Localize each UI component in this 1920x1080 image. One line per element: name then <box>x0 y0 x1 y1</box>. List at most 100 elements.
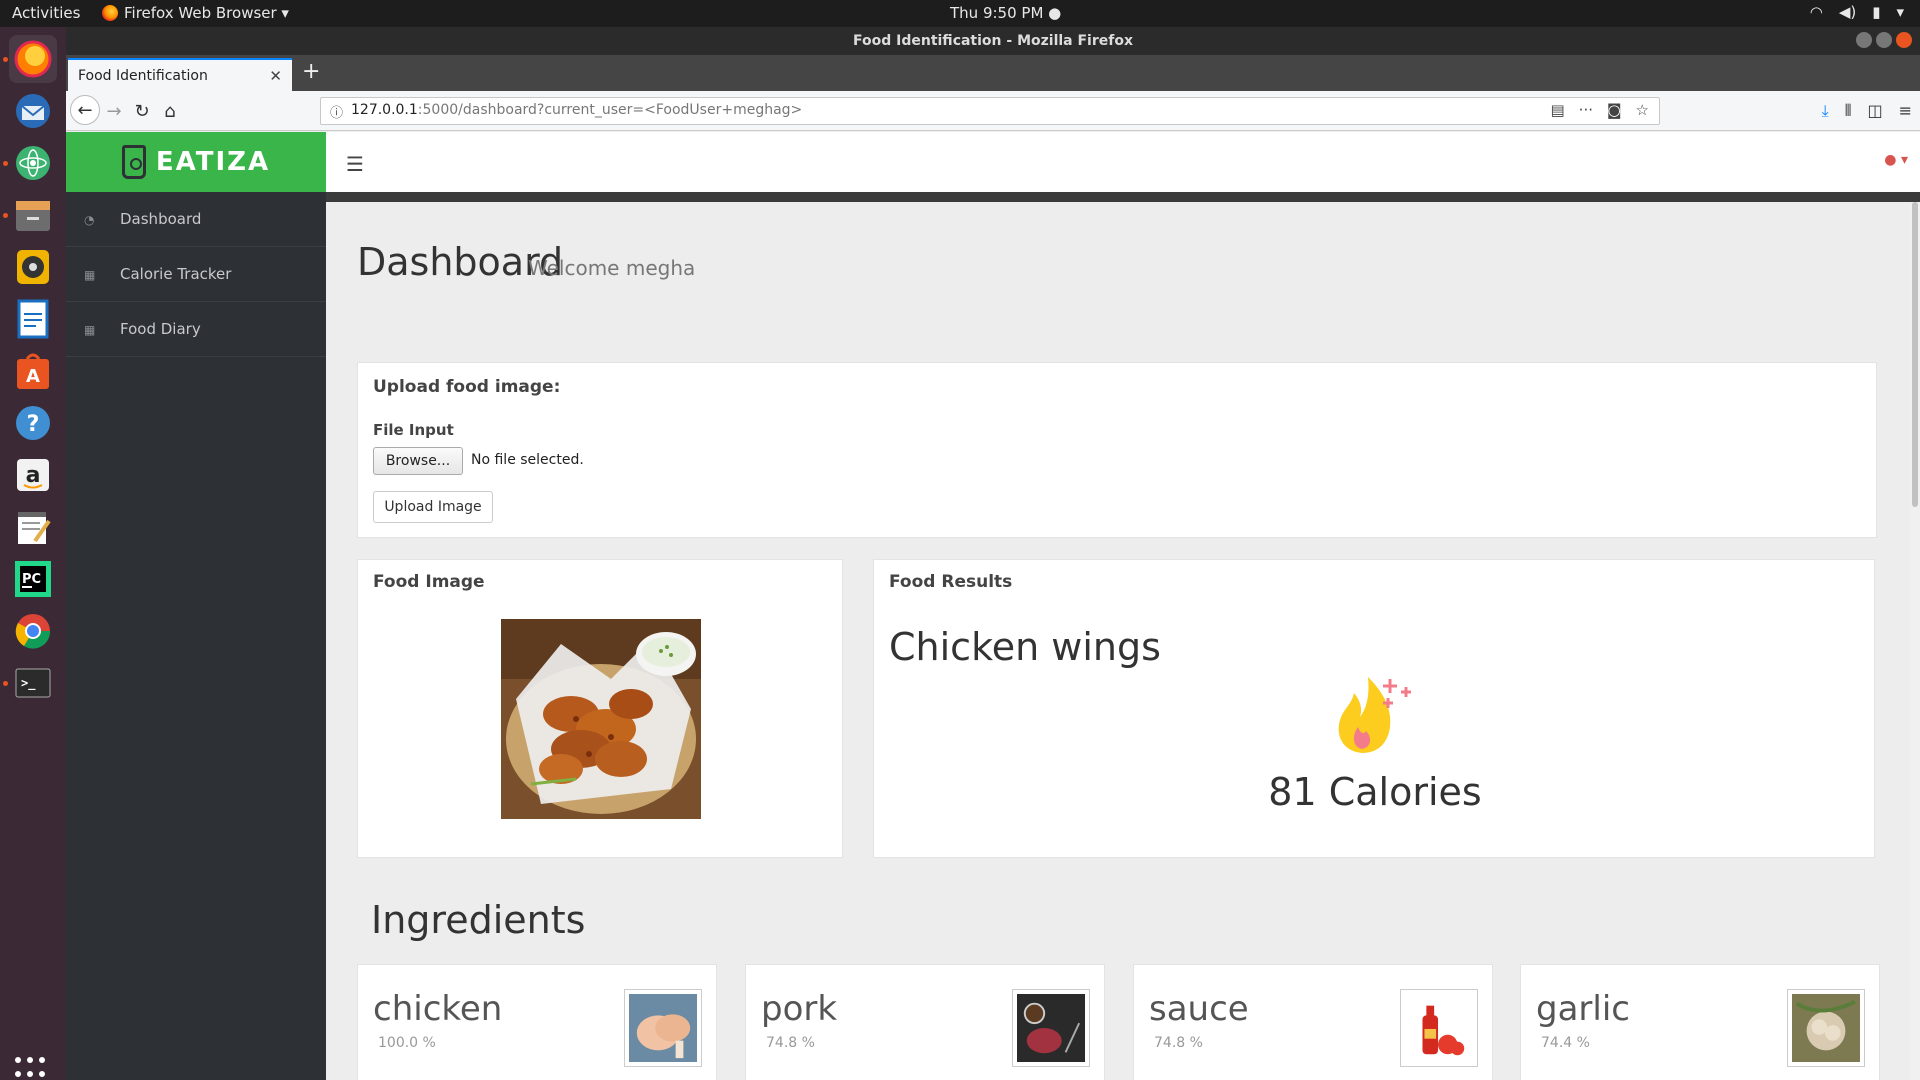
sidebar-item-food-diary[interactable]: ▦ Food Diary <box>66 302 326 357</box>
software-center-icon: A <box>17 353 49 389</box>
bookmark-star-icon[interactable]: ☆ <box>1636 101 1649 119</box>
running-indicator <box>3 681 8 686</box>
show-applications-icon[interactable] <box>15 1057 51 1080</box>
sidebar-item-calorie-tracker[interactable]: ▦ Calorie Tracker <box>66 247 326 302</box>
home-icon[interactable]: ⌂ <box>156 98 184 124</box>
menu-icon[interactable]: ≡ <box>1899 101 1912 121</box>
activities-button[interactable]: Activities <box>12 4 80 22</box>
svg-text:>_: >_ <box>21 676 36 691</box>
file-manager-icon <box>16 201 50 231</box>
brand-name: EATIZA <box>155 147 271 177</box>
ingredient-card: sauce 74.8 % <box>1133 964 1493 1080</box>
site-info-icon[interactable]: ⓘ <box>330 102 343 121</box>
ingredient-card: chicken 100.0 % <box>357 964 717 1080</box>
sidebar-item-dashboard[interactable]: ◔ Dashboard <box>66 192 326 247</box>
thunderbird-icon <box>16 94 50 128</box>
firefox-icon <box>14 40 52 78</box>
url-host: 127.0.0.1 <box>351 102 418 118</box>
battery-icon[interactable]: ▮ <box>1872 3 1880 21</box>
reload-icon[interactable]: ↻ <box>128 98 156 124</box>
brand-logo[interactable]: EATIZA <box>66 132 326 192</box>
running-indicator <box>3 161 8 166</box>
tab-title: Food Identification <box>78 68 208 84</box>
app-menu[interactable]: Firefox Web Browser ▾ <box>102 4 289 22</box>
close-window-button[interactable] <box>1896 32 1912 48</box>
sidebar-item-label: Calorie Tracker <box>120 265 232 283</box>
ingredient-name: chicken <box>373 989 503 1029</box>
chevron-down-icon: ▾ <box>1900 152 1908 168</box>
firefox-window: Food Identification - Mozilla Firefox Fo… <box>66 27 1920 1080</box>
sauce-thumbnail <box>1400 989 1478 1067</box>
hamburger-menu-icon[interactable]: ☰ <box>346 152 364 176</box>
dock-text-editor[interactable] <box>9 503 57 551</box>
running-indicator <box>3 213 8 218</box>
web-content: EATIZA ◔ Dashboard ▦ Calorie Tracker ▦ F… <box>66 132 1920 1080</box>
dock-files[interactable] <box>9 191 57 239</box>
close-tab-icon[interactable]: ✕ <box>269 67 282 85</box>
page-scrollbar[interactable] <box>1910 202 1920 1080</box>
pork-thumbnail <box>1012 989 1090 1067</box>
back-button[interactable]: ← <box>70 95 100 125</box>
top-header <box>326 132 1920 192</box>
clock[interactable]: Thu 9:50 PM ● <box>950 4 1061 22</box>
app-menu-label: Firefox Web Browser ▾ <box>124 4 289 22</box>
calendar-icon: ▦ <box>84 323 96 337</box>
power-menu-icon[interactable]: ▾ <box>1896 3 1904 21</box>
upload-panel: Upload food image: File Input Browse... … <box>357 362 1877 538</box>
library-icon[interactable]: ⫴ <box>1845 101 1852 121</box>
upload-image-button[interactable]: Upload Image <box>373 491 493 523</box>
forward-button[interactable]: → <box>100 98 128 124</box>
ingredient-card: garlic 74.4 % <box>1520 964 1880 1080</box>
food-results-heading: Food Results <box>889 572 1013 592</box>
food-name: Chicken wings <box>889 625 1161 669</box>
upload-heading: Upload food image: <box>373 377 561 397</box>
food-photo <box>501 619 701 819</box>
scrollbar-thumb[interactable] <box>1912 202 1918 507</box>
dock-writer[interactable] <box>9 295 57 343</box>
wifi-icon[interactable]: ◠ <box>1810 3 1823 21</box>
url-bar[interactable]: ⓘ 127.0.0.1:5000/dashboard?current_user=… <box>320 97 1660 125</box>
terminal-icon: >_ <box>15 668 51 698</box>
chicken-thumbnail <box>624 989 702 1067</box>
firefox-icon <box>102 5 118 21</box>
ingredient-name: garlic <box>1536 989 1630 1029</box>
window-titlebar[interactable]: Food Identification - Mozilla Firefox <box>66 27 1920 55</box>
cup-logo-icon <box>121 145 146 179</box>
minimize-button[interactable] <box>1856 32 1872 48</box>
browse-button[interactable]: Browse... <box>373 447 463 475</box>
file-status: No file selected. <box>471 452 584 468</box>
dock-amazon[interactable]: a <box>9 451 57 499</box>
dock-firefox[interactable] <box>9 35 57 83</box>
new-tab-icon[interactable]: + <box>302 59 320 84</box>
chrome-icon <box>15 614 51 649</box>
dock-software-center[interactable]: A <box>9 347 57 395</box>
page-actions-icon[interactable]: ··· <box>1579 101 1593 119</box>
svg-text:PC: PC <box>22 572 41 587</box>
atom-icon <box>16 146 50 180</box>
user-dropdown[interactable]: ● ▾ <box>1884 152 1908 168</box>
ingredient-name: pork <box>761 989 838 1029</box>
dashboard-icon: ◔ <box>84 213 95 227</box>
browser-tab[interactable]: Food Identification ✕ <box>68 58 292 91</box>
dock-atom[interactable] <box>9 139 57 187</box>
dock-rhythmbox[interactable] <box>9 243 57 291</box>
dock-terminal[interactable]: >_ <box>9 659 57 707</box>
system-tray[interactable]: ◠ ◀) ▮ ▾ <box>1810 3 1904 21</box>
amazon-icon: a <box>17 459 49 491</box>
dock-thunderbird[interactable] <box>9 87 57 135</box>
tab-strip: Food Identification ✕ + <box>66 55 1920 91</box>
file-input-label: File Input <box>373 421 454 439</box>
pocket-icon[interactable]: ◙ <box>1607 101 1622 119</box>
help-icon: ? <box>16 406 50 440</box>
volume-icon[interactable]: ◀) <box>1839 3 1856 21</box>
sidebar-toggle-icon[interactable]: ◫ <box>1867 101 1882 121</box>
main-content: Dashboard Welcome megha Upload food imag… <box>326 202 1910 1080</box>
downloads-icon[interactable]: ⤓ <box>1822 101 1829 121</box>
dock-help[interactable]: ? <box>9 399 57 447</box>
dock-chrome[interactable] <box>9 607 57 655</box>
dock-pycharm[interactable]: PC <box>9 555 57 603</box>
reader-view-icon[interactable]: ▤ <box>1550 101 1564 119</box>
navigation-toolbar: ← → ↻ ⌂ ⓘ 127.0.0.1:5000/dashboard?curre… <box>66 91 1920 131</box>
maximize-button[interactable] <box>1876 32 1892 48</box>
food-results-panel: Food Results Chicken wings 81 Calories <box>873 559 1875 858</box>
